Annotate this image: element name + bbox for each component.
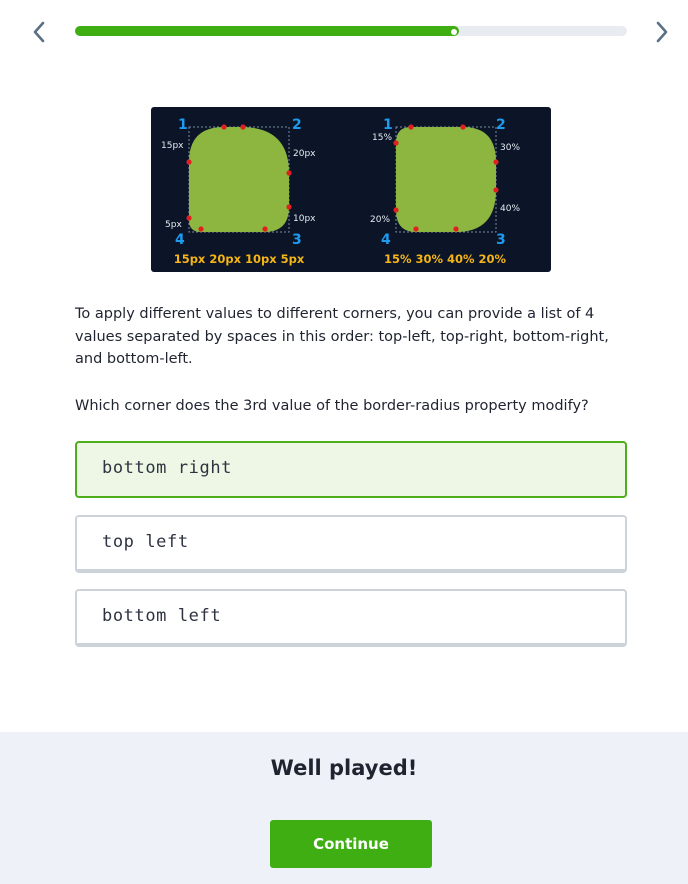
continue-button[interactable]: Continue	[270, 820, 432, 868]
corner-marker	[393, 207, 399, 213]
forward-button[interactable]	[647, 16, 677, 48]
corner-marker	[198, 226, 204, 232]
chevron-right-icon	[656, 21, 668, 43]
corner-marker	[460, 124, 466, 130]
radius-label: 5px	[165, 220, 182, 230]
feedback-panel: Well played! Continue	[0, 732, 688, 884]
radius-label: 15%	[372, 133, 392, 143]
back-button[interactable]	[24, 16, 54, 48]
corner-number: 4	[175, 232, 185, 248]
question-text: Which corner does the 3rd value of the b…	[75, 398, 589, 414]
right-caption: 15% 30% 40% 20%	[384, 252, 507, 266]
corner-marker	[240, 124, 246, 130]
left-rounded-shape	[189, 127, 289, 232]
corner-marker	[408, 124, 414, 130]
progress-fill	[75, 26, 459, 36]
answer-option-bottom-right[interactable]: bottom right	[75, 441, 627, 498]
corner-marker	[186, 159, 192, 165]
radius-label: 30%	[500, 143, 520, 153]
corner-marker	[262, 226, 268, 232]
corner-marker	[286, 204, 292, 210]
corner-marker	[286, 170, 292, 176]
chevron-left-icon	[33, 21, 45, 43]
corner-marker	[221, 124, 227, 130]
answer-option-top-left[interactable]: top left	[75, 515, 627, 573]
radius-label: 10px	[293, 214, 316, 224]
border-radius-diagram: 1 2 3 4 15px 20px 10px 5px 15px 20px 10p…	[161, 117, 520, 266]
left-example: 1 2 3 4 15px 20px 10px 5px 15px 20px 10p…	[161, 117, 316, 266]
corner-marker	[493, 159, 499, 165]
corner-number: 4	[381, 232, 391, 248]
corner-marker	[393, 140, 399, 146]
corner-marker	[493, 187, 499, 193]
corner-number: 3	[292, 232, 302, 248]
border-radius-illustration: 1 2 3 4 15px 20px 10px 5px 15px 20px 10p…	[151, 107, 551, 272]
answer-option-label: bottom left	[102, 606, 222, 626]
corner-number: 1	[178, 117, 188, 133]
feedback-title: Well played!	[270, 756, 418, 780]
radius-label: 20%	[370, 215, 390, 225]
corner-marker	[453, 226, 459, 232]
corner-number: 2	[496, 117, 506, 133]
corner-marker	[413, 226, 419, 232]
left-caption: 15px 20px 10px 5px	[174, 252, 305, 266]
lesson-paragraph: To apply different values to different c…	[75, 306, 609, 367]
answer-option-label: bottom right	[102, 458, 233, 478]
right-example: 1 2 3 4 15% 30% 40% 20% 15% 30% 40% 20%	[370, 117, 520, 266]
corner-marker	[186, 215, 192, 221]
answer-option-label: top left	[102, 532, 189, 552]
right-rounded-shape	[396, 127, 496, 232]
answer-option-bottom-left[interactable]: bottom left	[75, 589, 627, 647]
corner-number: 3	[496, 232, 506, 248]
radius-label: 20px	[293, 149, 316, 159]
corner-number: 2	[292, 117, 302, 133]
radius-label: 15px	[161, 141, 184, 151]
radius-label: 40%	[500, 204, 520, 214]
progress-bar	[75, 26, 627, 36]
progress-indicator-dot	[450, 29, 457, 35]
corner-number: 1	[383, 117, 393, 133]
